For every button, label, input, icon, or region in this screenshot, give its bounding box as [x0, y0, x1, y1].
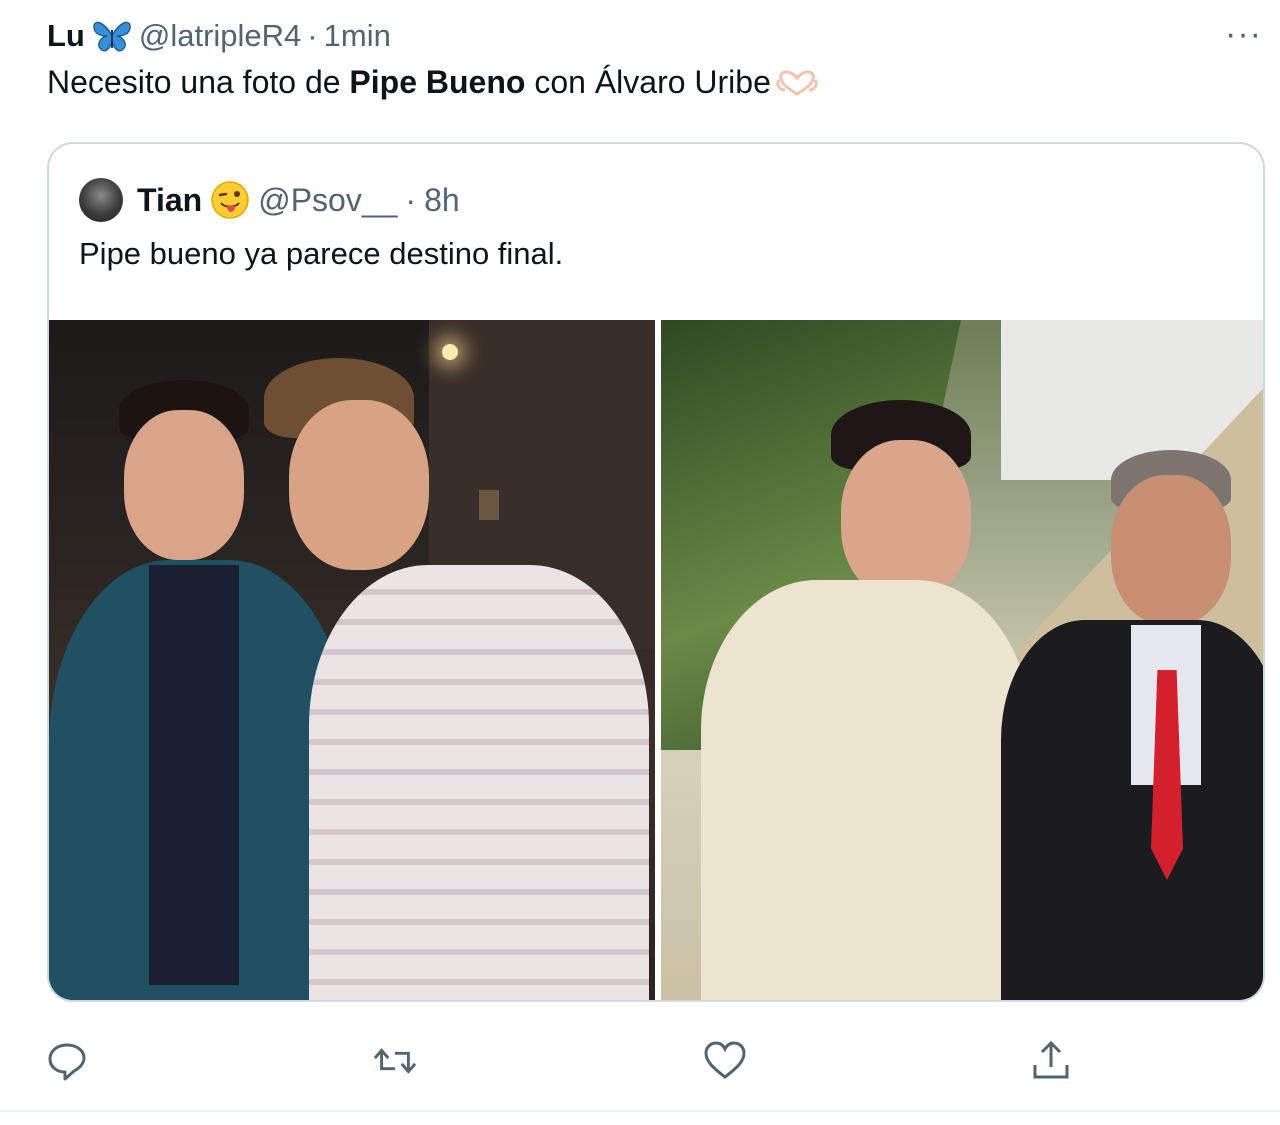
more-options-button[interactable]: ··· [1225, 14, 1262, 54]
tweet-text-bold: Pipe Bueno [349, 64, 526, 100]
person-older-face [1111, 475, 1231, 625]
like-button[interactable] [702, 1038, 748, 1084]
tweet-text: Necesito una foto de Pipe Bueno con Álva… [47, 64, 821, 101]
quoted-separator-dot: · [405, 181, 417, 218]
quoted-handle[interactable]: @Psov__ [258, 182, 397, 219]
butterfly-icon [93, 21, 131, 52]
person-right-shirt [309, 565, 649, 1000]
author-name[interactable]: Lu [47, 18, 85, 54]
tweet-text-part1: Necesito una foto de [47, 64, 350, 100]
quoted-author-name[interactable]: Tian [137, 182, 202, 219]
person-young-face [841, 440, 971, 600]
divider [0, 1110, 1280, 1112]
share-button[interactable] [1028, 1038, 1074, 1084]
quoted-avatar[interactable] [79, 178, 123, 222]
retweet-button[interactable] [372, 1038, 418, 1084]
person-right-face [289, 400, 429, 570]
heart-hands-icon [776, 69, 818, 96]
share-icon [1033, 1040, 1069, 1079]
tweet-header: Lu @latripleR4 · 1min [47, 14, 391, 58]
separator-dot: · [307, 18, 318, 53]
person-left-shirt [149, 565, 239, 985]
tweet-text-part2: con Álvaro Uribe [525, 64, 771, 100]
tweet-time[interactable]: 1min [324, 18, 391, 54]
like-icon [704, 1041, 746, 1079]
photo-right[interactable] [661, 320, 1263, 1000]
person-young-jacket [701, 580, 1031, 1000]
quoted-tweet-card[interactable]: Tian @Psov__ · 8h Pipe bueno ya parece d… [47, 142, 1265, 1002]
street-light [442, 344, 458, 360]
photo-left[interactable] [49, 320, 655, 1000]
quoted-text: Pipe bueno ya parece destino final. [79, 236, 564, 271]
winking-face-tongue-icon [211, 181, 249, 219]
photo-grid [49, 320, 1263, 1000]
retweet-icon [373, 1048, 417, 1074]
reply-icon [48, 1043, 86, 1081]
window-light [479, 490, 499, 520]
reply-button[interactable] [44, 1038, 90, 1084]
quoted-header: Tian @Psov__ · 8h [79, 176, 460, 224]
person-left-face [124, 410, 244, 560]
quoted-time[interactable]: 8h [424, 182, 460, 219]
author-handle[interactable]: @latripleR4 [139, 18, 301, 54]
